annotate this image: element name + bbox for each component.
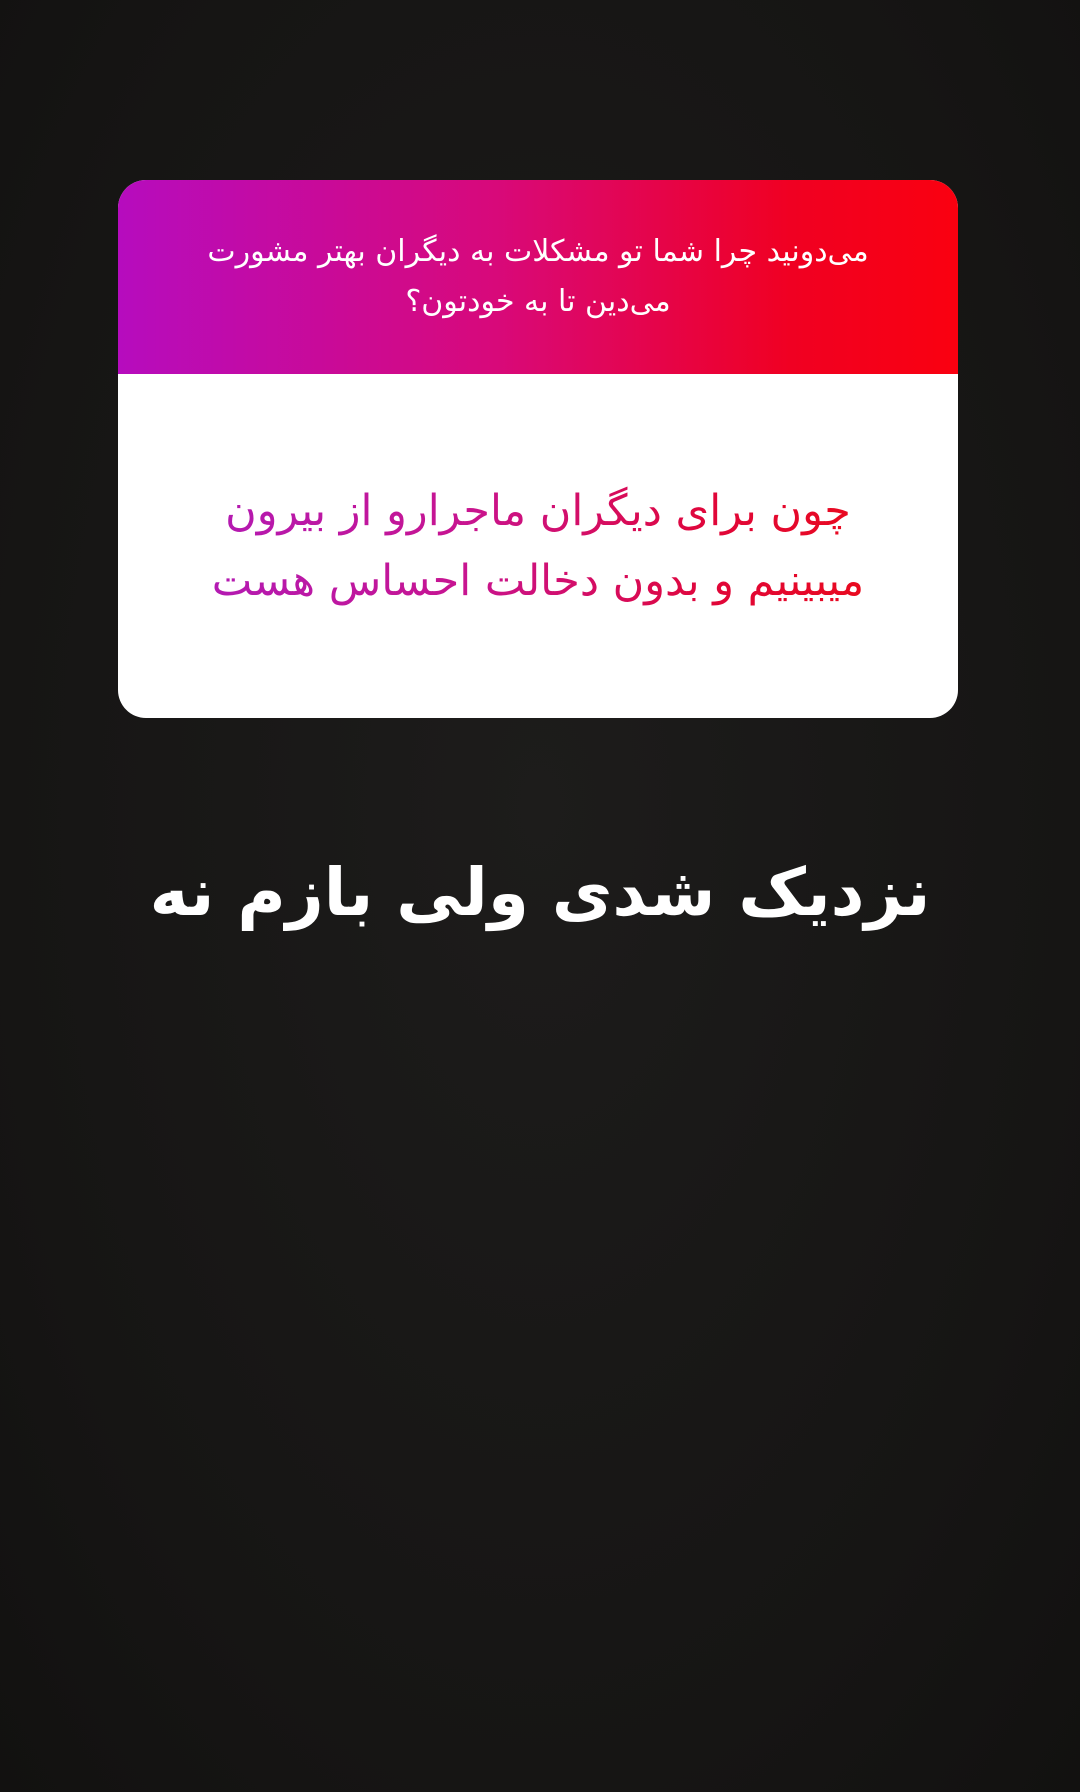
question-text: می‌دونید چرا شما تو مشکلات به دیگران بهت… (207, 234, 869, 319)
question-sticker-answer-area: چون برای دیگران ماجرارو از بیرون میبینیم… (118, 374, 958, 718)
question-sticker-header: می‌دونید چرا شما تو مشکلات به دیگران بهت… (118, 180, 958, 374)
answer-text: چون برای دیگران ماجرارو از بیرون میبینیم… (198, 476, 878, 616)
story-caption: نزدیک شدی ولی بازم نه (149, 854, 931, 931)
question-sticker[interactable]: می‌دونید چرا شما تو مشکلات به دیگران بهت… (118, 180, 958, 718)
